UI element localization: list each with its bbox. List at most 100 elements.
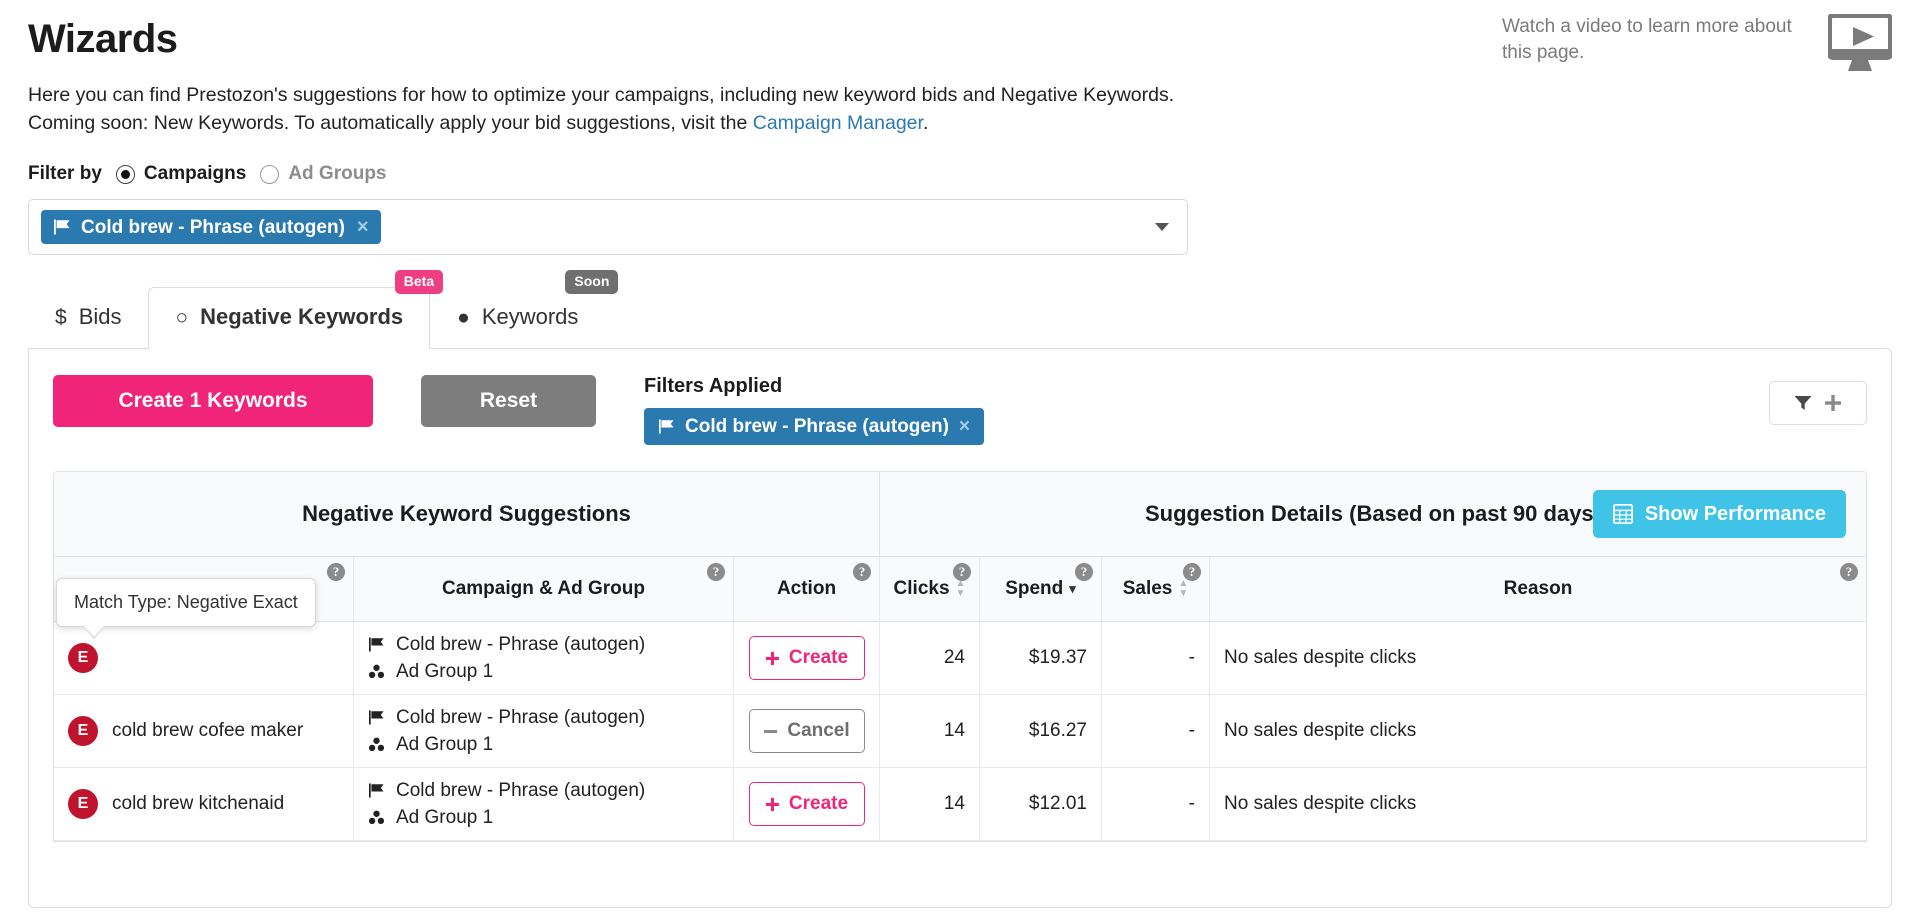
- create-keywords-button[interactable]: Create 1 Keywords: [53, 375, 373, 427]
- campaign-line: Cold brew - Phrase (autogen): [368, 707, 645, 729]
- cell-clicks: 24: [880, 622, 980, 694]
- ad-group-icon: [368, 664, 385, 679]
- match-type-tooltip: Match Type: Negative Exact: [56, 578, 316, 627]
- radio-option-ad-groups[interactable]: Ad Groups: [260, 163, 386, 185]
- column-header-sales-label: Sales: [1123, 578, 1173, 600]
- cell-campaign-ad-group: Cold brew - Phrase (autogen) Ad Group 1: [354, 622, 734, 694]
- tab-negative-keywords-label: Negative Keywords: [200, 304, 403, 330]
- table-row: E cold brew cofee maker Cold brew - Phra…: [54, 695, 1866, 768]
- cell-keyword: E cold brew kitchenaid: [54, 768, 354, 840]
- page-header: Wizards Here you can find Prestozon's su…: [0, 0, 1920, 137]
- flag-icon: [368, 783, 385, 798]
- tab-bids[interactable]: $ Bids: [28, 287, 148, 348]
- filter-funnel-icon: [1794, 395, 1812, 411]
- help-icon-sales[interactable]: ?: [1183, 563, 1201, 581]
- campaign-name: Cold brew - Phrase (autogen): [396, 780, 645, 802]
- help-icon-clicks[interactable]: ?: [953, 563, 971, 581]
- cell-reason: No sales despite clicks: [1210, 622, 1866, 694]
- keyword-text: cold brew kitchenaid: [112, 793, 284, 815]
- reset-button[interactable]: Reset: [421, 375, 596, 427]
- cell-keyword: E cold brew cofee maker: [54, 695, 354, 767]
- sort-icon-sales[interactable]: ▲▼: [1178, 580, 1188, 598]
- help-icon-campaign[interactable]: ?: [707, 563, 725, 581]
- chevron-down-icon[interactable]: [1155, 223, 1169, 231]
- radio-option-campaigns[interactable]: Campaigns: [116, 163, 246, 185]
- cell-spend: $16.27: [980, 695, 1102, 767]
- show-performance-label: Show Performance: [1645, 503, 1826, 526]
- help-icon-spend[interactable]: ?: [1075, 563, 1093, 581]
- table-column-headers: Keyword ▲▼ ? Campaign & Ad Group ? Actio…: [54, 557, 1866, 622]
- tab-keywords[interactable]: ● Keywords Soon: [430, 287, 605, 348]
- circle-outline-icon: ○: [175, 307, 188, 328]
- cell-action: Create: [734, 622, 880, 694]
- remove-filter-icon[interactable]: ×: [959, 417, 970, 436]
- intro-line-2-post: .: [923, 112, 928, 134]
- selected-campaign-chip[interactable]: Cold brew - Phrase (autogen) ×: [41, 210, 381, 244]
- radio-campaigns-indicator[interactable]: [116, 165, 135, 184]
- monitor-play-icon[interactable]: [1828, 14, 1892, 72]
- circle-filled-icon: ●: [457, 307, 470, 328]
- create-action-button[interactable]: Create: [749, 636, 865, 680]
- match-type-badge[interactable]: E: [68, 789, 98, 819]
- radio-ad-groups-indicator[interactable]: [260, 165, 279, 184]
- column-header-spend[interactable]: Spend ▾ ?: [980, 557, 1102, 621]
- create-action-button[interactable]: Create: [749, 782, 865, 826]
- filters-applied: Filters Applied Cold brew - Phrase (auto…: [644, 375, 984, 445]
- campaign-manager-link[interactable]: Campaign Manager: [753, 112, 923, 134]
- cell-spend: $12.01: [980, 768, 1102, 840]
- column-header-sales[interactable]: Sales ▲▼ ?: [1102, 557, 1210, 621]
- show-performance-button[interactable]: Show Performance: [1593, 490, 1846, 538]
- ad-group-icon: [368, 737, 385, 752]
- column-header-clicks[interactable]: Clicks ▲▼ ?: [880, 557, 980, 621]
- column-header-reason: Reason ?: [1210, 557, 1866, 621]
- match-type-badge[interactable]: E: [68, 716, 98, 746]
- tab-keywords-label: Keywords: [482, 304, 579, 330]
- tab-negative-keywords[interactable]: ○ Negative Keywords Beta: [148, 287, 430, 349]
- column-header-campaign-ad-group: Campaign & Ad Group ?: [354, 557, 734, 621]
- cell-reason: No sales despite clicks: [1210, 695, 1866, 767]
- campaign-line: Cold brew - Phrase (autogen): [368, 634, 645, 656]
- filter-by-label: Filter by: [28, 163, 102, 185]
- help-icon-keyword[interactable]: ?: [327, 563, 345, 581]
- cell-action: Cancel: [734, 695, 880, 767]
- video-note-text: Watch a video to learn more about this p…: [1502, 14, 1802, 65]
- group-header-suggestions: Negative Keyword Suggestions: [54, 472, 880, 556]
- column-header-campaign-label: Campaign & Ad Group: [442, 578, 645, 600]
- sort-icon-spend-desc[interactable]: ▾: [1069, 581, 1076, 597]
- cell-action: Create: [734, 768, 880, 840]
- intro-line-2-pre: Coming soon: New Keywords. To automatica…: [28, 112, 753, 134]
- filters-applied-chip[interactable]: Cold brew - Phrase (autogen) ×: [644, 408, 984, 445]
- ad-group-line: Ad Group 1: [368, 661, 493, 683]
- plus-icon: [765, 651, 780, 666]
- tab-bids-label: Bids: [79, 304, 122, 330]
- ad-group-line: Ad Group 1: [368, 734, 493, 756]
- sort-icon-clicks[interactable]: ▲▼: [956, 580, 966, 598]
- cell-sales: -: [1102, 768, 1210, 840]
- wizards-tabs: $ Bids ○ Negative Keywords Beta ● Keywor…: [28, 287, 1892, 348]
- match-type-badge[interactable]: E: [68, 643, 98, 673]
- group-header-details: Suggestion Details (Based on past 90 day…: [880, 472, 1866, 556]
- add-filter-button[interactable]: [1769, 381, 1867, 425]
- cancel-action-label: Cancel: [787, 720, 849, 742]
- minus-icon: [763, 724, 778, 739]
- cancel-action-button[interactable]: Cancel: [749, 709, 865, 753]
- plus-icon: [1824, 394, 1842, 412]
- column-header-reason-label: Reason: [1504, 578, 1573, 600]
- filters-applied-title: Filters Applied: [644, 375, 984, 398]
- dollar-icon: $: [55, 307, 67, 328]
- negative-keywords-panel: Create 1 Keywords Reset Filters Applied …: [28, 348, 1892, 908]
- campaign-name: Cold brew - Phrase (autogen): [396, 634, 645, 656]
- intro-line-2: Coming soon: New Keywords. To automatica…: [28, 110, 1428, 138]
- column-header-action-label: Action: [777, 578, 836, 600]
- help-icon-reason[interactable]: ?: [1840, 563, 1858, 581]
- remove-campaign-icon[interactable]: ×: [357, 217, 369, 237]
- cell-campaign-ad-group: Cold brew - Phrase (autogen) Ad Group 1: [354, 768, 734, 840]
- radio-campaigns-label: Campaigns: [144, 163, 246, 185]
- campaign-select[interactable]: Cold brew - Phrase (autogen) ×: [28, 199, 1188, 255]
- ad-group-icon: [368, 810, 385, 825]
- watch-video-note[interactable]: Watch a video to learn more about this p…: [1502, 14, 1892, 72]
- page-intro: Here you can find Prestozon's suggestion…: [28, 82, 1428, 137]
- cell-sales: -: [1102, 695, 1210, 767]
- selected-campaign-label: Cold brew - Phrase (autogen): [81, 218, 345, 237]
- help-icon-action[interactable]: ?: [853, 563, 871, 581]
